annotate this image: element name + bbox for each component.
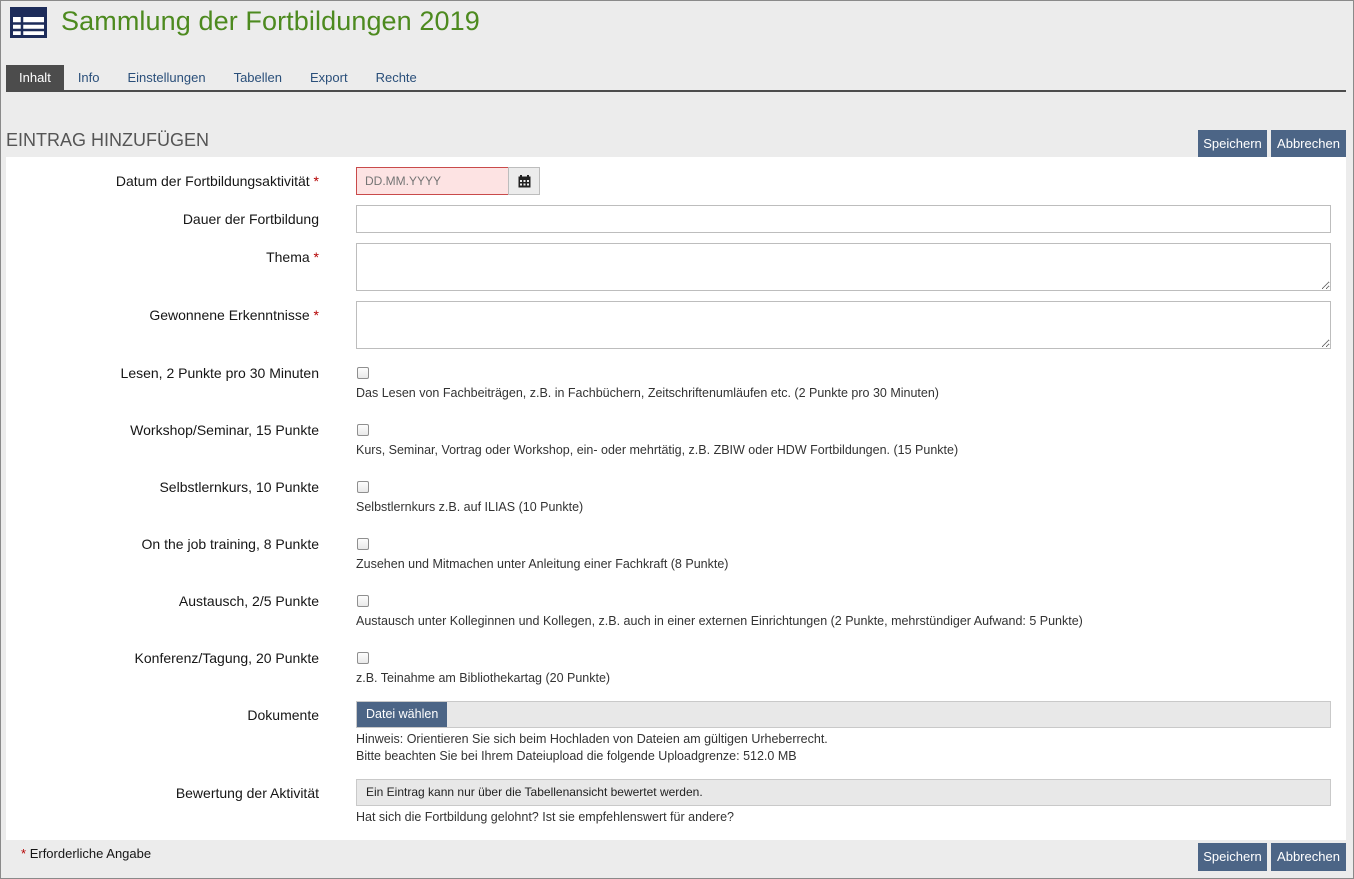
checkbox-on-the-job[interactable] [357,538,369,550]
insights-label: Gewonnene Erkenntnisse * [149,307,319,323]
checkbox-label-lesen: Lesen, 2 Punkte pro 30 Minuten [120,365,319,381]
tab-tabellen[interactable]: Tabellen [220,65,296,90]
save-button-bottom[interactable]: Speichern [1198,843,1267,871]
tab-export[interactable]: Export [296,65,362,90]
save-button-top[interactable]: Speichern [1198,130,1267,158]
tab-rechte[interactable]: Rechte [362,65,431,90]
help-text-austausch: Austausch unter Kolleginnen und Kollegen… [356,614,1083,628]
calendar-icon [518,174,530,187]
duration-input[interactable] [356,205,1331,233]
date-input[interactable] [356,167,509,195]
checkbox-lesen[interactable] [357,367,369,379]
checkbox-konferenz[interactable] [357,652,369,664]
duration-label: Dauer der Fortbildung [182,211,319,227]
page-title: Sammlung der Fortbildungen 2019 [61,6,480,36]
topic-label: Thema * [266,249,319,265]
insights-textarea[interactable] [356,301,1331,349]
entry-form: Datum der Fortbildungsaktivität * Dauer … [6,157,1346,840]
calendar-button[interactable] [508,167,540,195]
help-text-workshop: Kurs, Seminar, Vortrag oder Workshop, ei… [356,443,959,457]
required-note: * Erforderliche Angabe [21,846,152,861]
help-text-selbstlernkurs: Selbstlernkurs z.B. auf ILIAS (10 Punkte… [356,500,584,514]
checkbox-austausch[interactable] [357,595,369,607]
checkbox-label-on-the-job: On the job training, 8 Punkte [141,536,319,552]
help-text-konferenz: z.B. Teinahme am Bibliothekartag (20 Pun… [356,671,611,685]
choose-file-button[interactable]: Datei wählen [357,702,448,727]
date-label: Datum der Fortbildungsaktivität * [115,173,319,189]
rating-help-text: Hat sich die Fortbildung gelohnt? Ist si… [356,810,734,824]
upload-hint-copyright: Hinweis: Orientieren Sie sich beim Hochl… [356,732,828,746]
help-text-on-the-job: Zusehen und Mitmachen unter Anleitung ei… [356,557,729,571]
rating-label: Bewertung der Aktivität [175,785,319,801]
tab-bar: Inhalt Info Einstellungen Tabellen Expor… [6,65,1346,92]
checkbox-selbstlernkurs[interactable] [357,481,369,493]
upload-hint-limit: Bitte beachten Sie bei Ihrem Dateiupload… [356,749,797,763]
checkbox-label-workshop: Workshop/Seminar, 15 Punkte [130,422,319,438]
documents-label: Dokumente [247,707,319,723]
tab-einstellungen[interactable]: Einstellungen [114,65,220,90]
checkbox-label-austausch: Austausch, 2/5 Punkte [178,593,319,609]
section-title: EINTRAG HINZUFÜGEN [6,130,210,150]
file-upload-field[interactable]: Datei wählen [356,701,1331,728]
tab-inhalt[interactable]: Inhalt [6,65,64,90]
checkbox-label-konferenz: Konferenz/Tagung, 20 Punkte [134,650,319,666]
topic-textarea[interactable] [356,243,1331,291]
help-text-lesen: Das Lesen von Fachbeiträgen, z.B. in Fac… [356,386,939,400]
table-icon [10,7,47,38]
rating-readonly-field: Ein Eintrag kann nur über die Tabellenan… [356,779,1331,806]
checkbox-workshop[interactable] [357,424,369,436]
cancel-button-bottom[interactable]: Abbrechen [1271,843,1346,871]
checkbox-label-selbstlernkurs: Selbstlernkurs, 10 Punkte [159,479,319,495]
cancel-button-top[interactable]: Abbrechen [1271,130,1346,158]
tab-info[interactable]: Info [64,65,114,90]
